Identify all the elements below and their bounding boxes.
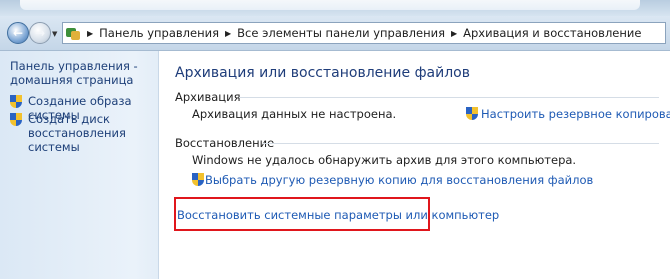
navigation-bar: ← → ▼ ▶ Панель управления ▶ Все элементы… (0, 16, 670, 51)
section-divider (263, 143, 659, 144)
setup-backup-link[interactable]: Настроить резервное копирование (481, 107, 670, 121)
shield-icon (466, 107, 479, 122)
control-panel-icon (65, 25, 81, 41)
main-content: Архивация или восстановление файлов Архи… (159, 51, 670, 279)
address-bar[interactable]: ▶ Панель управления ▶ Все элементы панел… (62, 22, 666, 44)
forward-button[interactable]: → (29, 22, 51, 44)
select-another-backup-link[interactable]: Выбрать другую резервную копию для восст… (205, 173, 593, 187)
recent-pages-dropdown-icon[interactable]: ▼ (52, 30, 57, 38)
sidebar-home-link[interactable]: Панель управления - домашняя страница (10, 59, 150, 87)
forward-arrow-icon: → (34, 26, 46, 40)
shield-icon (192, 173, 205, 188)
section-divider (239, 97, 659, 98)
restore-status-text: Windows не удалось обнаружить архив для … (192, 153, 577, 167)
recover-system-link[interactable]: Восстановить системные параметры или ком… (177, 208, 499, 222)
shield-icon (10, 95, 23, 110)
backup-section-heading: Архивация (175, 90, 241, 104)
page-title: Архивация или восстановление файлов (175, 65, 470, 81)
breadcrumb-all-items[interactable]: Все элементы панели управления (237, 26, 445, 40)
window-frame-shine (20, 0, 640, 10)
breadcrumb-separator-icon[interactable]: ▶ (225, 29, 231, 38)
breadcrumb-backup-restore[interactable]: Архивация и восстановление (463, 26, 641, 40)
breadcrumb-separator-icon[interactable]: ▶ (451, 29, 457, 38)
back-arrow-icon: ← (12, 26, 24, 40)
sidebar: Панель управления - домашняя страница Со… (0, 51, 159, 279)
breadcrumb-separator-icon[interactable]: ▶ (87, 29, 93, 38)
shield-icon (10, 113, 23, 128)
restore-section-heading: Восстановление (175, 136, 275, 150)
back-button[interactable]: ← (7, 22, 29, 44)
sidebar-item-create-recovery-disc[interactable]: Создать диск восстановления системы (28, 112, 156, 154)
backup-status-text: Архивация данных не настроена. (192, 107, 397, 121)
breadcrumb-control-panel[interactable]: Панель управления (99, 26, 219, 40)
window-top-frame (0, 0, 670, 16)
